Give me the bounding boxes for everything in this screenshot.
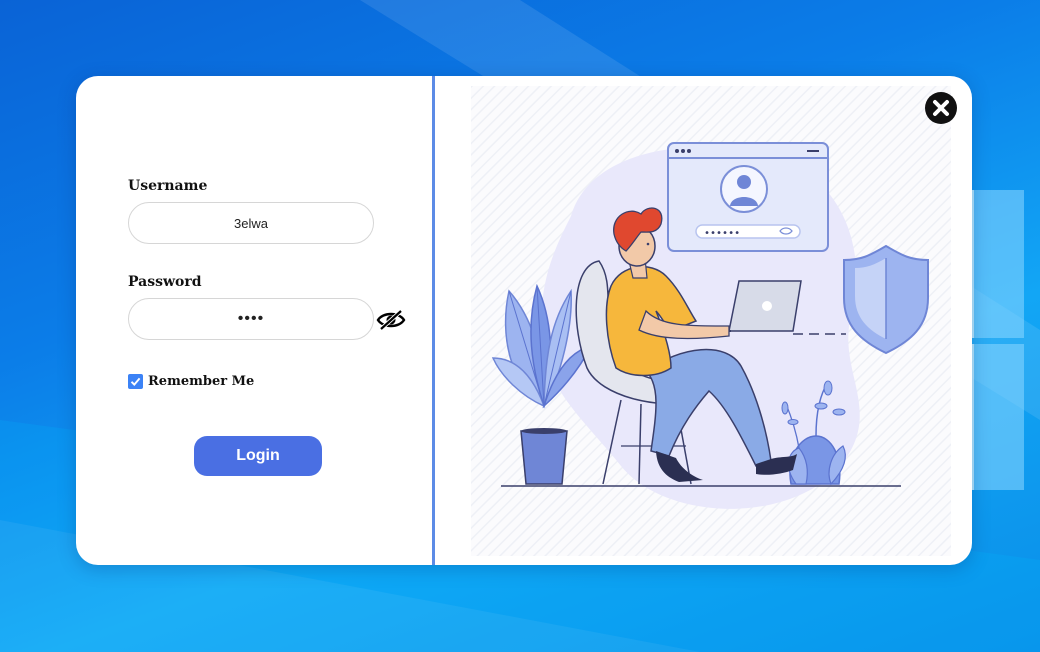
login-form-panel: Username Password Remember Me Login (76, 76, 432, 565)
password-label: Password (128, 274, 202, 290)
close-icon[interactable] (924, 91, 958, 125)
check-icon (130, 377, 141, 386)
remember-me-checkbox[interactable] (128, 373, 143, 389)
login-dialog: Username Password Remember Me Login (76, 76, 972, 565)
illustration-password-dots: •••••• (704, 228, 740, 239)
remember-me-row[interactable]: Remember Me (128, 373, 254, 389)
username-input[interactable] (128, 202, 374, 244)
browser-window-illustration: •••••• (667, 142, 829, 252)
login-illustration: •••••• (471, 86, 951, 556)
remember-me-label: Remember Me (148, 373, 255, 389)
eye-slash-icon[interactable] (376, 307, 406, 333)
password-input[interactable] (128, 298, 374, 340)
login-button[interactable]: Login (194, 436, 322, 476)
windows-logo (972, 190, 1040, 490)
illustration-panel: •••••• (435, 76, 972, 565)
username-label: Username (128, 178, 208, 194)
